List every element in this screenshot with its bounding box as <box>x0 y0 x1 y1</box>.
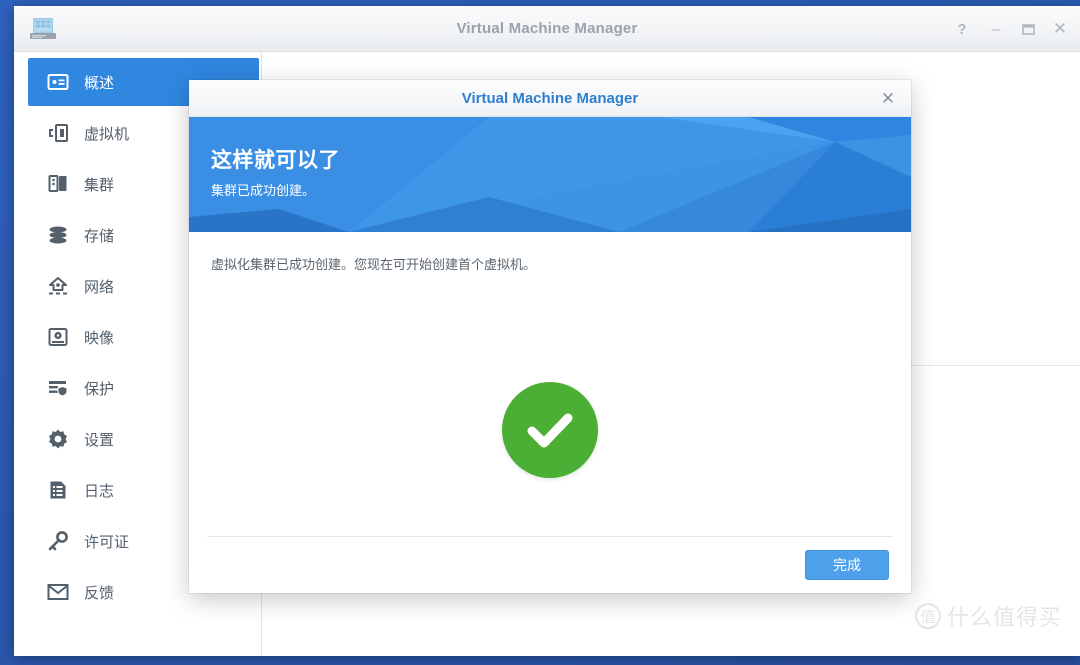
overview-card-icon <box>46 70 70 94</box>
minimize-button[interactable]: – <box>984 17 1008 41</box>
image-disc-icon <box>46 325 70 349</box>
banner-heading: 这样就可以了 <box>211 149 340 172</box>
close-icon[interactable]: ✕ <box>877 88 899 110</box>
sidebar-item-label: 许可证 <box>84 533 130 551</box>
sidebar-item-label: 存储 <box>84 227 115 245</box>
close-button[interactable]: ✕ <box>1048 17 1072 41</box>
watermark-text: 什么值得买 <box>946 605 1062 630</box>
dialog-banner: 这样就可以了 集群已成功创建。 <box>189 117 911 232</box>
watermark-logo: 值 <box>914 603 941 629</box>
banner-subheading: 集群已成功创建。 <box>211 183 316 198</box>
dialog-title: Virtual Machine Manager <box>461 90 639 107</box>
sidebar-item-label: 集群 <box>84 176 115 194</box>
sidebar-item-label: 反馈 <box>84 584 115 602</box>
sidebar-item-label: 网络 <box>84 278 115 296</box>
dialog-body: 虚拟化集群已成功创建。您现在可开始创建首个虚拟机。 完成 <box>189 232 911 593</box>
sidebar-item-label: 设置 <box>84 431 115 449</box>
dialog-titlebar[interactable]: Virtual Machine Manager ✕ <box>189 80 911 117</box>
watermark: 值 什么值得买 <box>914 600 1062 632</box>
protection-shield-icon <box>46 376 70 400</box>
network-icon <box>46 274 70 298</box>
status-indicator <box>189 382 911 478</box>
virtual-machine-icon <box>46 121 70 145</box>
sidebar-item-label: 虚拟机 <box>84 125 130 143</box>
dialog-footer: 完成 <box>189 537 911 593</box>
feedback-mail-icon <box>46 580 70 604</box>
sidebar-item-label: 日志 <box>84 482 115 500</box>
sidebar-item-label: 概述 <box>84 74 115 92</box>
dialog-description: 虚拟化集群已成功创建。您现在可开始创建首个虚拟机。 <box>211 257 537 272</box>
page-title: Virtual Machine Manager <box>456 20 638 37</box>
help-button[interactable]: ? <box>950 17 974 41</box>
storage-database-icon <box>46 223 70 247</box>
sidebar-item-label: 保护 <box>84 380 115 398</box>
success-check-icon <box>502 382 598 478</box>
wizard-dialog: Virtual Machine Manager ✕ 这样就可以了 集群已成功创建… <box>189 80 911 593</box>
log-document-icon <box>46 478 70 502</box>
gear-icon <box>46 427 70 451</box>
finish-button[interactable]: 完成 <box>805 550 889 580</box>
sidebar-item-label: 映像 <box>84 329 115 347</box>
license-key-icon <box>46 529 70 553</box>
window-titlebar[interactable]: Virtual Machine Manager ? – ✕ <box>14 6 1080 52</box>
maximize-button[interactable] <box>1016 17 1040 41</box>
banner-text-block: 这样就可以了 集群已成功创建。 <box>211 144 340 199</box>
cluster-icon <box>46 172 70 196</box>
